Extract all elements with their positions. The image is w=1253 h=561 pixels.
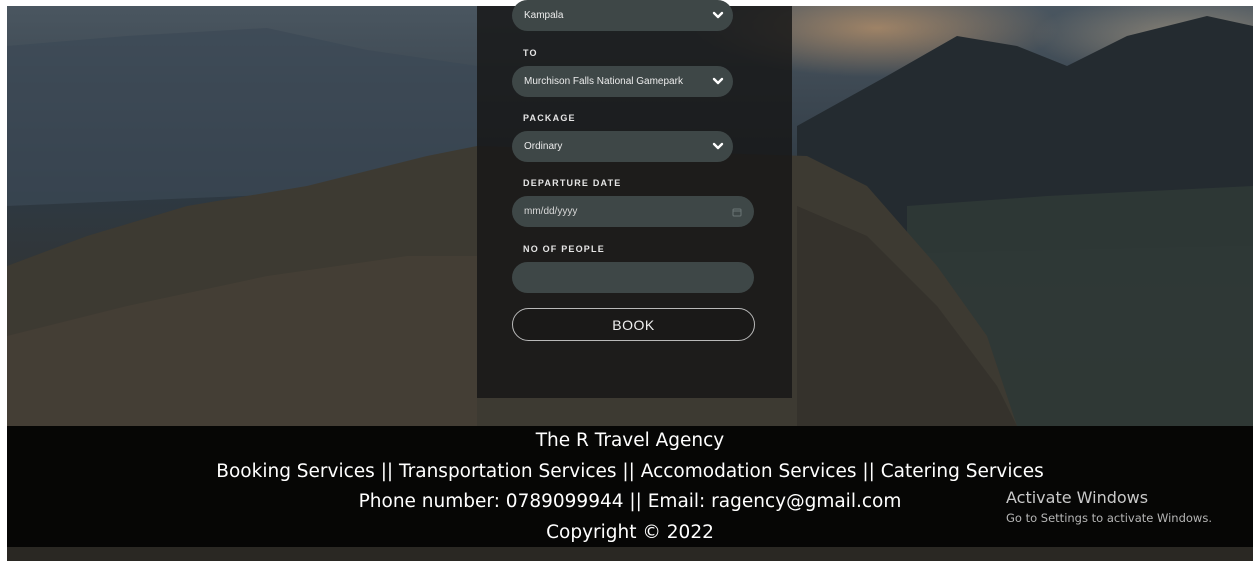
- chevron-down-icon: [712, 11, 724, 19]
- people-label: NO OF PEOPLE: [523, 244, 605, 254]
- activate-windows-subtitle: Go to Settings to activate Windows.: [1006, 511, 1212, 525]
- footer-services: Booking Services || Transportation Servi…: [216, 461, 1044, 482]
- departure-date-placeholder: mm/dd/yyyy: [524, 206, 578, 217]
- book-button[interactable]: BOOK: [512, 308, 755, 341]
- book-button-label: BOOK: [612, 316, 655, 333]
- package-select-value: Ordinary: [524, 141, 563, 152]
- activate-windows-watermark: Activate Windows Go to Settings to activ…: [1006, 487, 1212, 527]
- calendar-icon[interactable]: [732, 207, 742, 217]
- departure-date-input[interactable]: mm/dd/yyyy: [512, 196, 754, 227]
- to-select[interactable]: Murchison Falls National Gamepark: [512, 66, 733, 97]
- chevron-down-icon: [712, 142, 724, 150]
- activate-windows-title: Activate Windows: [1006, 488, 1149, 507]
- to-select-value: Murchison Falls National Gamepark: [524, 76, 683, 87]
- from-select-value: Kampala: [524, 10, 564, 21]
- package-select[interactable]: Ordinary: [512, 131, 733, 162]
- people-input[interactable]: [512, 262, 754, 293]
- footer-agency-name: The R Travel Agency: [535, 430, 725, 451]
- from-select[interactable]: Kampala: [512, 0, 733, 31]
- departure-date-label: DEPARTURE DATE: [523, 178, 622, 188]
- package-label: PACKAGE: [523, 113, 576, 123]
- to-label: TO: [523, 48, 538, 58]
- chevron-down-icon: [712, 77, 724, 85]
